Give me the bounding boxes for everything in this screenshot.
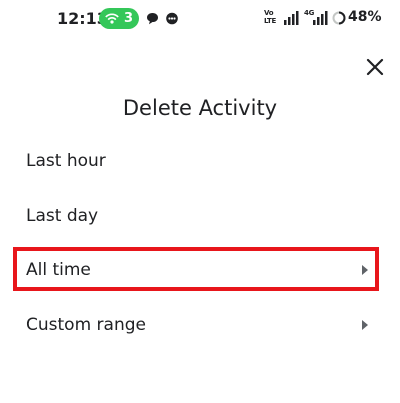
battery-percent: 48% xyxy=(348,9,382,25)
battery-ring-icon xyxy=(332,11,346,25)
chevron-right-icon xyxy=(362,320,368,330)
chat-bubble-icon xyxy=(147,13,158,25)
close-icon xyxy=(366,58,384,76)
option-label: All time xyxy=(26,260,91,280)
close-button[interactable] xyxy=(361,53,389,81)
chevron-right-icon xyxy=(362,265,368,275)
hotspot-count: 3 xyxy=(123,11,134,26)
option-custom-range[interactable]: Custom range xyxy=(0,300,400,350)
hotspot-indicator[interactable]: 3 xyxy=(99,8,139,29)
volte-top: Vo xyxy=(264,9,274,17)
signal-strength-icon xyxy=(284,11,299,25)
volte-indicator: Vo LTE xyxy=(264,9,276,25)
messenger-icon xyxy=(166,12,178,25)
volte-mid: LTE xyxy=(264,17,276,25)
option-label: Custom range xyxy=(26,315,146,335)
hotspot-icon xyxy=(105,13,119,24)
dialog-title: Delete Activity xyxy=(122,96,278,120)
status-bar: 12:13 3 Vo LTE 4G 48% xyxy=(0,0,400,36)
option-last-day[interactable]: Last day xyxy=(0,191,400,241)
signal-strength-2-icon xyxy=(313,11,328,25)
option-last-hour[interactable]: Last hour xyxy=(0,136,400,186)
option-label: Last hour xyxy=(26,151,106,171)
option-all-time[interactable]: All time xyxy=(0,245,400,295)
option-label: Last day xyxy=(26,206,99,226)
